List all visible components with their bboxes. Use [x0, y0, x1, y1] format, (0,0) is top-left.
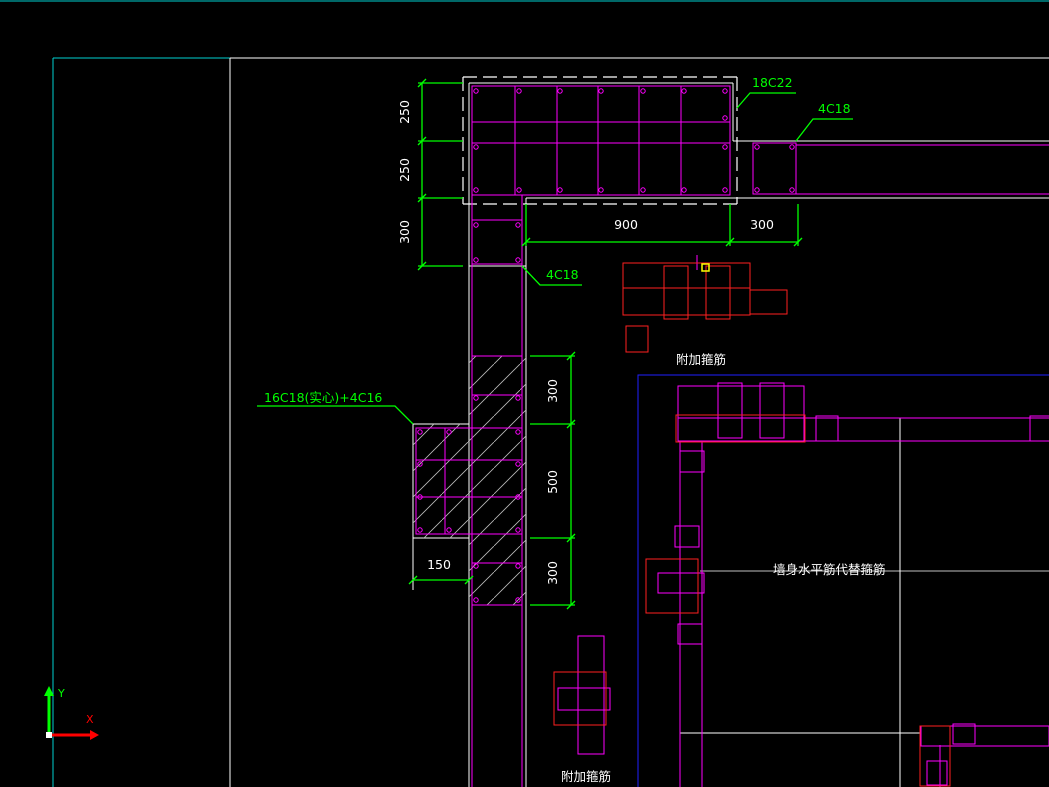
dim-500: 500 — [545, 470, 560, 494]
ucs-axis-icon: Y X — [44, 686, 99, 740]
dim-250a: 250 — [397, 100, 412, 124]
callout-4c18-lower: 4C18 — [546, 267, 579, 282]
dim-300-lower: 300 — [545, 561, 560, 585]
ucs-x-label: X — [86, 713, 94, 726]
note-extra-stirrup-bottom: 附加箍筋 — [561, 769, 611, 784]
dim-300-left: 300 — [397, 220, 412, 244]
drawing-notes: 附加箍筋 附加箍筋 墙身水平筋代替箍筋 — [561, 352, 886, 784]
blue-region-outline — [637, 374, 1049, 787]
extra-stirrups — [553, 262, 951, 787]
dim-250b: 250 — [397, 158, 412, 182]
dim-300-right: 300 — [750, 217, 774, 232]
callout-column-bars: 16C18(实心)+4C16 — [264, 390, 382, 405]
corner-dashed-boundary — [462, 76, 738, 205]
dim-900: 900 — [614, 217, 638, 232]
note-extra-stirrup-top: 附加箍筋 — [676, 352, 726, 367]
dim-150: 150 — [427, 557, 451, 572]
callout-4c18-right: 4C18 — [818, 101, 851, 116]
dimension-lines — [257, 78, 853, 610]
callout-18c22: 18C22 — [752, 75, 793, 90]
cad-drawing-canvas[interactable]: 250 250 300 900 300 300 500 300 150 18C2… — [0, 0, 1049, 787]
ucs-y-label: Y — [57, 687, 65, 700]
dim-300-upper: 300 — [545, 379, 560, 403]
note-wall-horizontal: 墙身水平筋代替箍筋 — [773, 562, 886, 577]
